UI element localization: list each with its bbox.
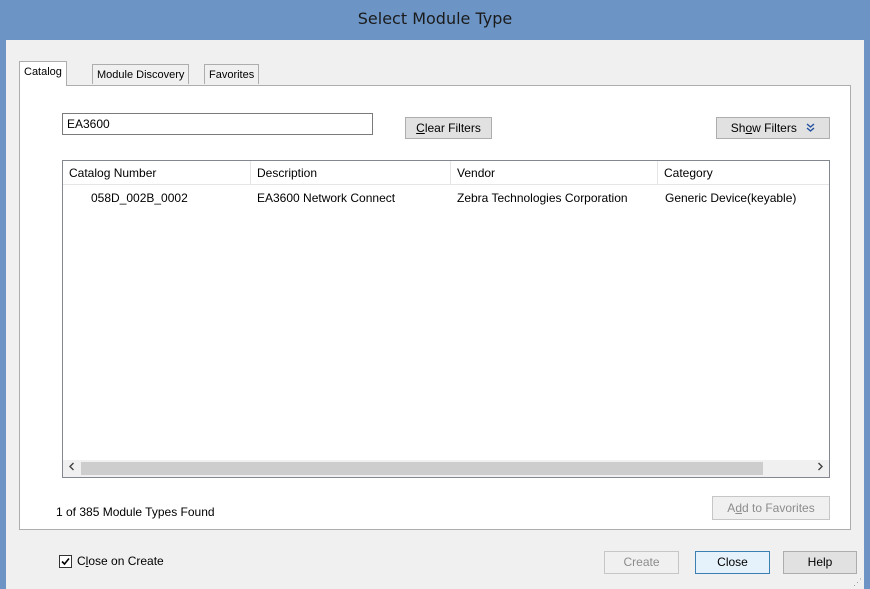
tab-label: Module Discovery (97, 69, 185, 81)
search-input[interactable] (62, 113, 373, 135)
resize-grip-icon[interactable]: ⋰ (852, 577, 862, 587)
add-to-favorites-button[interactable]: Add to Favorites (712, 496, 830, 520)
tab-module-discovery[interactable]: Module Discovery (92, 64, 190, 84)
access-key: d (735, 501, 742, 515)
column-header-category[interactable]: Category (658, 161, 829, 184)
cell-category: Generic Device(keyable) (665, 191, 797, 205)
button-label-part: d to Favorites (742, 501, 815, 515)
tab-label: Catalog (24, 66, 62, 78)
button-label-part: lear Filters (424, 121, 481, 135)
create-button[interactable]: Create (604, 551, 679, 574)
access-key: C (416, 121, 425, 135)
label-part: ose on Create (88, 554, 164, 568)
scroll-right-icon[interactable] (812, 460, 829, 477)
dialog-client: Catalog Module Discovery Favorites Clear… (6, 40, 864, 589)
column-header-description[interactable]: Description (251, 161, 451, 184)
clear-filters-button[interactable]: Clear Filters (405, 117, 492, 139)
catalog-table[interactable]: Catalog Number Description Vendor Catego… (62, 160, 830, 478)
chevron-double-down-icon (806, 119, 815, 139)
title-bar[interactable]: Select Module Type (0, 0, 870, 40)
close-on-create-checkbox[interactable] (59, 555, 72, 568)
status-text: 1 of 385 Module Types Found (56, 505, 215, 519)
button-label-part: w Filters (752, 121, 797, 135)
show-filters-button[interactable]: Show Filters (716, 117, 830, 139)
column-header-vendor[interactable]: Vendor (451, 161, 658, 184)
close-on-create-label[interactable]: Close on Create (77, 554, 164, 568)
button-label-part: Sh (730, 121, 746, 135)
window-title: Select Module Type (357, 9, 513, 28)
help-button[interactable]: Help (783, 551, 857, 574)
header-divider (63, 184, 829, 185)
dialog-window: Select Module Type Catalog Module Discov… (0, 0, 870, 589)
label-part: C (77, 554, 86, 568)
scroll-left-icon[interactable] (63, 460, 80, 477)
close-button[interactable]: Close (695, 551, 770, 574)
horizontal-scrollbar[interactable] (63, 460, 829, 477)
tab-label: Favorites (209, 69, 255, 81)
cell-description: EA3600 Network Connect (257, 191, 396, 205)
cell-catalog-number: 058D_002B_0002 (91, 191, 188, 205)
column-header-catalog-number[interactable]: Catalog Number (63, 161, 251, 184)
catalog-panel: Clear Filters Show Filters Catalog Numbe… (19, 85, 851, 530)
tab-catalog[interactable]: Catalog (19, 61, 67, 86)
tab-favorites[interactable]: Favorites (204, 64, 260, 84)
scrollbar-thumb[interactable] (81, 462, 763, 475)
cell-vendor: Zebra Technologies Corporation (457, 191, 628, 205)
